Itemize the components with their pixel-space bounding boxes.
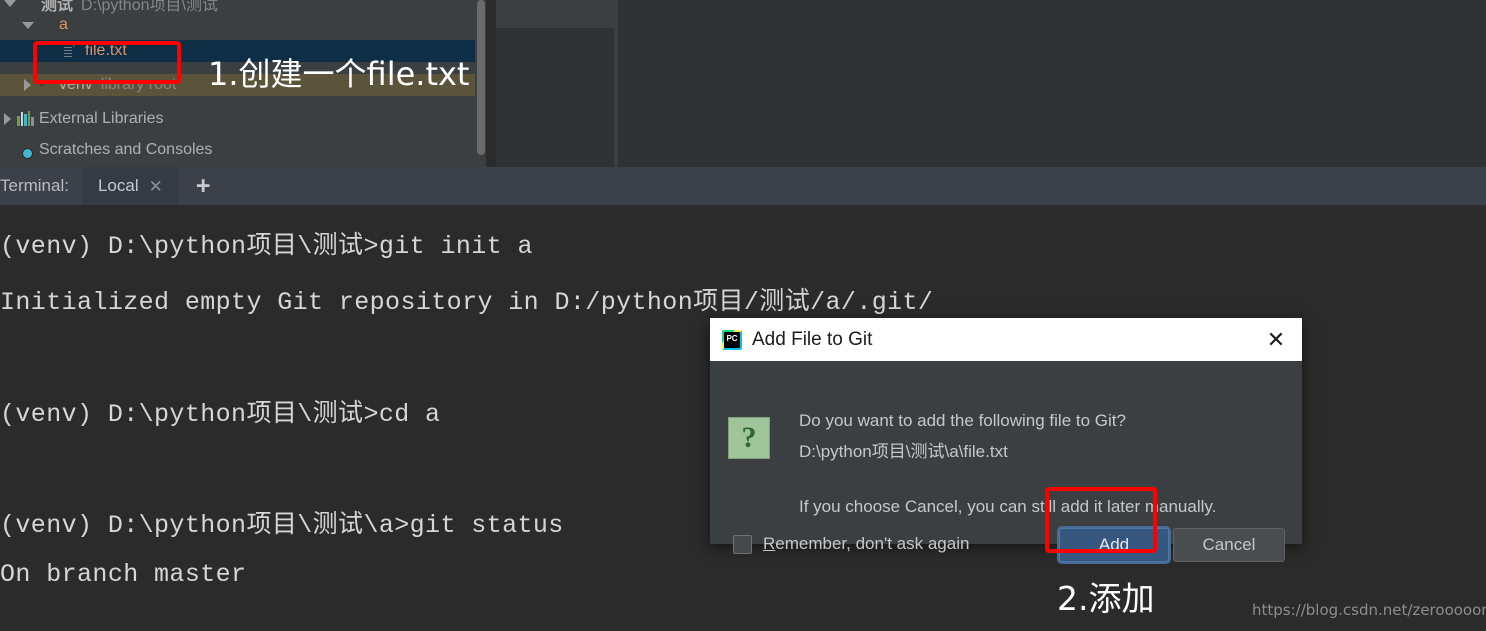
tree-row-label: file.txt (85, 42, 127, 59)
chevron-down-icon[interactable] (20, 17, 36, 33)
terminal-tab-local[interactable]: Local ✕ (82, 167, 178, 205)
add-button-rest: dd (1110, 535, 1130, 554)
dialog-message-line-3: If you choose Cancel, you can still add … (799, 497, 1217, 516)
tree-row-external-libraries[interactable]: External Libraries (0, 108, 486, 130)
cancel-button[interactable]: Cancel (1173, 528, 1285, 562)
tree-row-scratches-and-consoles[interactable]: Scratches and Consoles (0, 139, 486, 161)
tree-row-label: venv (59, 76, 93, 93)
tree-row-a[interactable]: a (0, 14, 486, 36)
text-file-icon (62, 43, 80, 59)
tree-scrollbar-thumb[interactable] (477, 0, 485, 155)
scratches-icon (16, 142, 34, 158)
folder-icon (36, 77, 54, 93)
add-button-mnemonic: A (1098, 535, 1111, 554)
remember-checkbox-row[interactable]: Remember, don't ask again (733, 534, 969, 554)
terminal-line: (venv) D:\python项目\测试>git init a (0, 232, 533, 261)
question-mark-icon: ? (728, 417, 770, 459)
tree-row-label: a (59, 16, 68, 33)
tree-row-detail: D:\python项目\测试 (81, 0, 218, 14)
tree-row-label: 测试 (41, 0, 74, 14)
annotation-step-2: 2.添加 (1057, 579, 1155, 618)
chevron-down-icon[interactable] (2, 0, 18, 11)
watermark: https://blog.csdn.net/zerooooorez (1252, 601, 1486, 619)
terminal-line: On branch master (0, 560, 247, 589)
dialog-message-file-path: D:\python项目\测试\a\file.txt (799, 442, 1008, 461)
dialog-title: Add File to Git (752, 328, 873, 350)
folder-icon (36, 17, 54, 33)
plus-icon[interactable]: + (178, 168, 229, 204)
terminal-toolbar: Terminal: Local ✕ + (0, 167, 1486, 205)
pycharm-icon (722, 329, 742, 350)
add-button[interactable]: Add (1059, 528, 1169, 562)
terminal-line: (venv) D:\python项目\测试>cd a (0, 400, 441, 429)
remember-checkbox-rest: emember, don't ask again (775, 534, 970, 553)
editor-empty-area-right (618, 0, 1486, 167)
chevron-right-icon[interactable] (20, 77, 36, 93)
tree-row-label: Scratches and Consoles (39, 141, 213, 158)
remember-checkbox-label: Remember, don't ask again (763, 534, 969, 554)
close-icon[interactable]: ✕ (149, 178, 163, 195)
chevron-right-icon[interactable] (0, 111, 16, 127)
libraries-icon (16, 111, 34, 127)
dialog-titlebar[interactable]: Add File to Git ✕ (710, 318, 1302, 361)
dialog-message-line-1: Do you want to add the following file to… (799, 411, 1126, 430)
dialog-body: ? Do you want to add the following file … (710, 361, 1302, 562)
tree-scrollbar[interactable] (475, 0, 486, 155)
module-icon (18, 0, 36, 11)
terminal-tab-label: Local (97, 176, 139, 195)
remember-checkbox[interactable] (733, 534, 752, 554)
tree-row-project[interactable]: 测试 D:\python项目\测试 (0, 0, 486, 14)
terminal-line: Initialized empty Git repository in D:/p… (0, 288, 934, 317)
remember-checkbox-mnemonic: R (763, 534, 776, 553)
annotation-step-1: 1.创建一个file.txt (208, 55, 470, 93)
editor-tab-strip[interactable] (496, 0, 614, 28)
terminal-line: (venv) D:\python项目\测试\a>git status (0, 511, 564, 540)
add-file-to-git-dialog[interactable]: Add File to Git ✕ ? Do you want to add t… (710, 318, 1302, 562)
tree-row-detail: library root (100, 76, 177, 93)
tree-row-label: External Libraries (39, 110, 164, 127)
terminal-label: Terminal: (0, 176, 69, 195)
close-icon[interactable]: ✕ (1250, 318, 1302, 361)
